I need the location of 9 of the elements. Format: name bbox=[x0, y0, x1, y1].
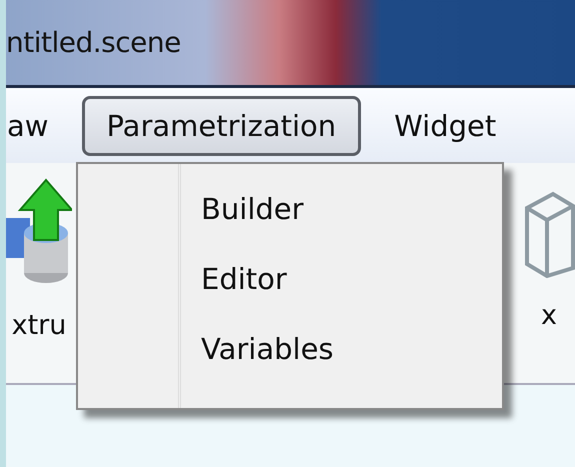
menu-item[interactable]: aw bbox=[4, 96, 52, 156]
window-title: ntitled.scene bbox=[6, 26, 181, 59]
tool-label[interactable]: x bbox=[541, 300, 557, 331]
menu-option[interactable]: Editor bbox=[201, 262, 334, 296]
menu-option[interactable]: Builder bbox=[201, 192, 334, 226]
menu-item[interactable]: Widget bbox=[391, 96, 500, 156]
tool-label[interactable]: xtru bbox=[12, 310, 66, 341]
menu-item[interactable]: Parametrization bbox=[82, 96, 362, 156]
menu-option[interactable]: Variables bbox=[201, 332, 334, 366]
